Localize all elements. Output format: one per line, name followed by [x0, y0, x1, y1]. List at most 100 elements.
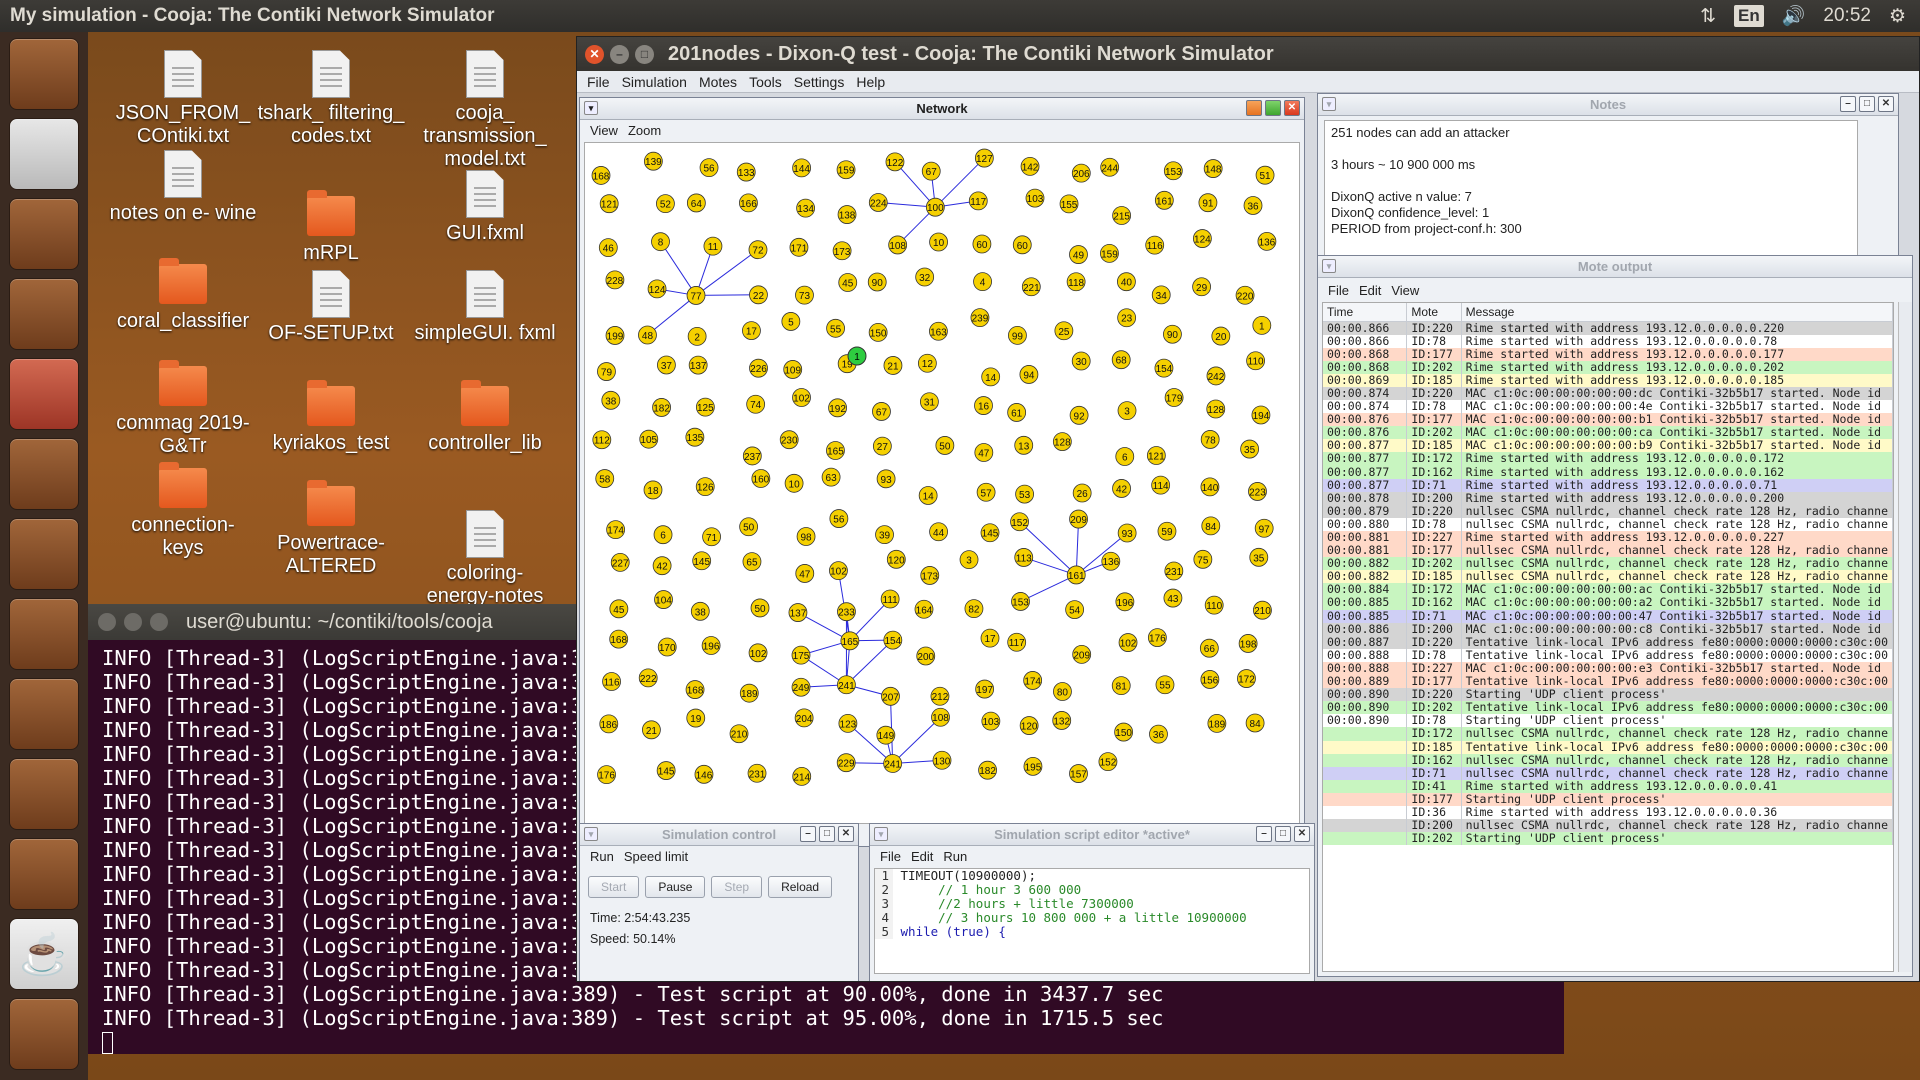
mote-node[interactable]: 241: [837, 675, 856, 695]
mote-node[interactable]: 137: [688, 355, 708, 375]
mote-node[interactable]: 136: [1101, 551, 1121, 571]
mote-node[interactable]: 8: [651, 232, 670, 252]
mote-node[interactable]: 237: [742, 446, 762, 466]
mote-node[interactable]: 45: [838, 273, 858, 292]
table-row[interactable]: ID:71 nullsec CSMA nullrdc, channel check…: [1323, 766, 1893, 780]
desktop-icon-2[interactable]: cooja_ transmission_ model.txt: [410, 50, 560, 171]
mote-node[interactable]: 26: [1072, 483, 1092, 503]
mote-node[interactable]: 123: [838, 713, 858, 733]
mote-node[interactable]: 94: [1019, 365, 1039, 384]
table-row[interactable]: 00:00.879 ID:220 nullsec CSMA nullrdc, cha…: [1323, 504, 1893, 518]
volume-icon[interactable]: 🔊: [1782, 4, 1806, 28]
launcher-item-app-7[interactable]: [9, 518, 79, 590]
table-row[interactable]: ID:177 Starting 'UDP client process': [1323, 792, 1893, 806]
mote-node[interactable]: 82: [964, 599, 984, 619]
mote-node[interactable]: 244: [1100, 157, 1120, 177]
minimize-icon[interactable]: –: [800, 826, 816, 842]
mote-node[interactable]: 156: [1200, 670, 1220, 689]
mote-node[interactable]: 130: [932, 750, 952, 770]
mote-node[interactable]: 47: [795, 564, 815, 583]
mote-node[interactable]: 153: [1011, 592, 1030, 611]
mote-node[interactable]: 80: [1053, 682, 1072, 701]
mote-output-menu-edit[interactable]: Edit: [1359, 283, 1381, 298]
mote-node[interactable]: 84: [1201, 516, 1221, 536]
mote-node[interactable]: 172: [1237, 669, 1256, 688]
mote-node[interactable]: 204: [794, 708, 814, 728]
mote-node[interactable]: 133: [736, 162, 756, 182]
mote-node[interactable]: 117: [1007, 632, 1027, 652]
script-editor-menu-run[interactable]: Run: [943, 849, 967, 864]
keyboard-layout-indicator[interactable]: En: [1734, 5, 1764, 27]
mote-node[interactable]: 99: [1008, 325, 1027, 345]
mote-node[interactable]: 38: [690, 601, 710, 621]
column-header-mote[interactable]: Mote: [1406, 303, 1462, 322]
mote-node[interactable]: 152: [1010, 512, 1029, 532]
table-row[interactable]: 00:00.868 ID:177 Rime started with address…: [1323, 347, 1893, 361]
desktop-icon-4[interactable]: mRPL: [256, 190, 406, 265]
mote-node[interactable]: 231: [747, 763, 767, 783]
desktop-icon-11[interactable]: controller_lib: [410, 380, 560, 455]
mote-node[interactable]: 148: [1203, 159, 1223, 178]
close-icon[interactable]: ✕: [838, 826, 854, 842]
table-row[interactable]: 00:00.866 ID:78 Rime started with address …: [1323, 334, 1893, 348]
mote-node[interactable]: 150: [868, 322, 888, 342]
desktop-icon-3[interactable]: notes on e- wine: [108, 150, 258, 225]
sim-control-menu-run[interactable]: Run: [590, 849, 614, 864]
mote-node[interactable]: 37: [657, 355, 676, 375]
network-canvas[interactable]: 168 139 56 133 144 159 122 67 127 142 206 244 153 148…: [584, 142, 1300, 824]
mote-node[interactable]: 127: [974, 148, 994, 168]
column-header-message[interactable]: Message: [1461, 303, 1893, 322]
mote-node[interactable]: 93: [876, 469, 896, 489]
mote-node[interactable]: 16: [974, 396, 993, 415]
desktop-icon-14[interactable]: coloring- energy-notes: [410, 510, 560, 608]
mote-node[interactable]: 90: [1163, 324, 1182, 344]
mote-node[interactable]: 34: [1151, 285, 1171, 305]
mote-node[interactable]: 210: [1253, 600, 1272, 620]
mote-node[interactable]: 160: [751, 469, 771, 488]
menu-file[interactable]: File: [587, 74, 610, 90]
mote-node[interactable]: 197: [975, 679, 995, 699]
table-row[interactable]: 00:00.890 ID:78 Starting 'UDP client proce…: [1323, 714, 1893, 728]
network-transfer-icon[interactable]: ⇅: [1700, 5, 1716, 28]
close-icon[interactable]: ✕: [585, 44, 604, 64]
mote-node[interactable]: 249: [791, 677, 811, 697]
mote-node[interactable]: 116: [602, 672, 621, 691]
mote-node[interactable]: 84: [1245, 713, 1265, 733]
mote-node[interactable]: 229: [836, 753, 856, 773]
mote-node[interactable]: 103: [981, 711, 1001, 731]
mote-node[interactable]: 53: [1015, 484, 1035, 504]
mote-node[interactable]: 176: [597, 765, 616, 785]
table-row[interactable]: 00:00.888 ID:227 MAC c1:0c:00:00:00:00:00:…: [1323, 661, 1893, 676]
launcher-item-browser[interactable]: [9, 198, 79, 270]
table-row[interactable]: 00:00.869 ID:185 Rime started with address…: [1323, 373, 1893, 387]
menu-help[interactable]: Help: [856, 74, 885, 90]
mote-node[interactable]: 121: [599, 194, 619, 214]
mote-node[interactable]: 102: [748, 643, 768, 663]
table-row[interactable]: 00:00.876 ID:177 MAC c1:0c:00:00:00:00:00:…: [1323, 413, 1893, 427]
maximize-icon[interactable]: [150, 613, 168, 631]
mote-node[interactable]: 242: [1206, 366, 1226, 386]
table-row[interactable]: ID:172 nullsec CSMA nullrdc, channel chec…: [1323, 727, 1893, 741]
table-row[interactable]: 00:00.877 ID:71 Rime started with address …: [1323, 478, 1893, 492]
mote-node[interactable]: 222: [638, 668, 658, 688]
mote-node[interactable]: 168: [609, 629, 629, 649]
mote-node[interactable]: 13: [1014, 435, 1034, 455]
table-row[interactable]: 00:00.886 ID:200 MAC c1:0c:00:00:00:00:00:…: [1323, 622, 1893, 636]
table-row[interactable]: 00:00.882 ID:202 nullsec CSMA nullrdc, cha…: [1323, 557, 1893, 571]
mote-node[interactable]: 20: [1211, 326, 1231, 346]
mote-node[interactable]: 3: [959, 550, 979, 570]
table-row[interactable]: 00:00.885 ID:71 MAC c1:0c:00:00:00:00:00:4…: [1323, 609, 1893, 623]
mote-node[interactable]: 104: [654, 590, 673, 609]
vertical-scrollbar[interactable]: [1898, 302, 1912, 972]
mote-node[interactable]: 146: [694, 764, 714, 784]
mote-node[interactable]: 23: [1117, 308, 1137, 328]
table-row[interactable]: ID:36 Rime started with address 193.12.0.…: [1323, 805, 1893, 820]
mote-node[interactable]: 108: [931, 707, 950, 727]
desktop-icon-6[interactable]: coral_classifier: [108, 258, 258, 333]
mote-node[interactable]: 110: [1246, 351, 1266, 371]
notes-text-area[interactable]: 251 nodes can add an attacker 3 hours ~ 1…: [1324, 120, 1858, 274]
mote-node[interactable]: 17: [742, 321, 761, 340]
pause-button[interactable]: Pause: [645, 876, 706, 898]
mote-node[interactable]: 109: [783, 360, 803, 379]
mote-node[interactable]: 73: [795, 285, 814, 305]
